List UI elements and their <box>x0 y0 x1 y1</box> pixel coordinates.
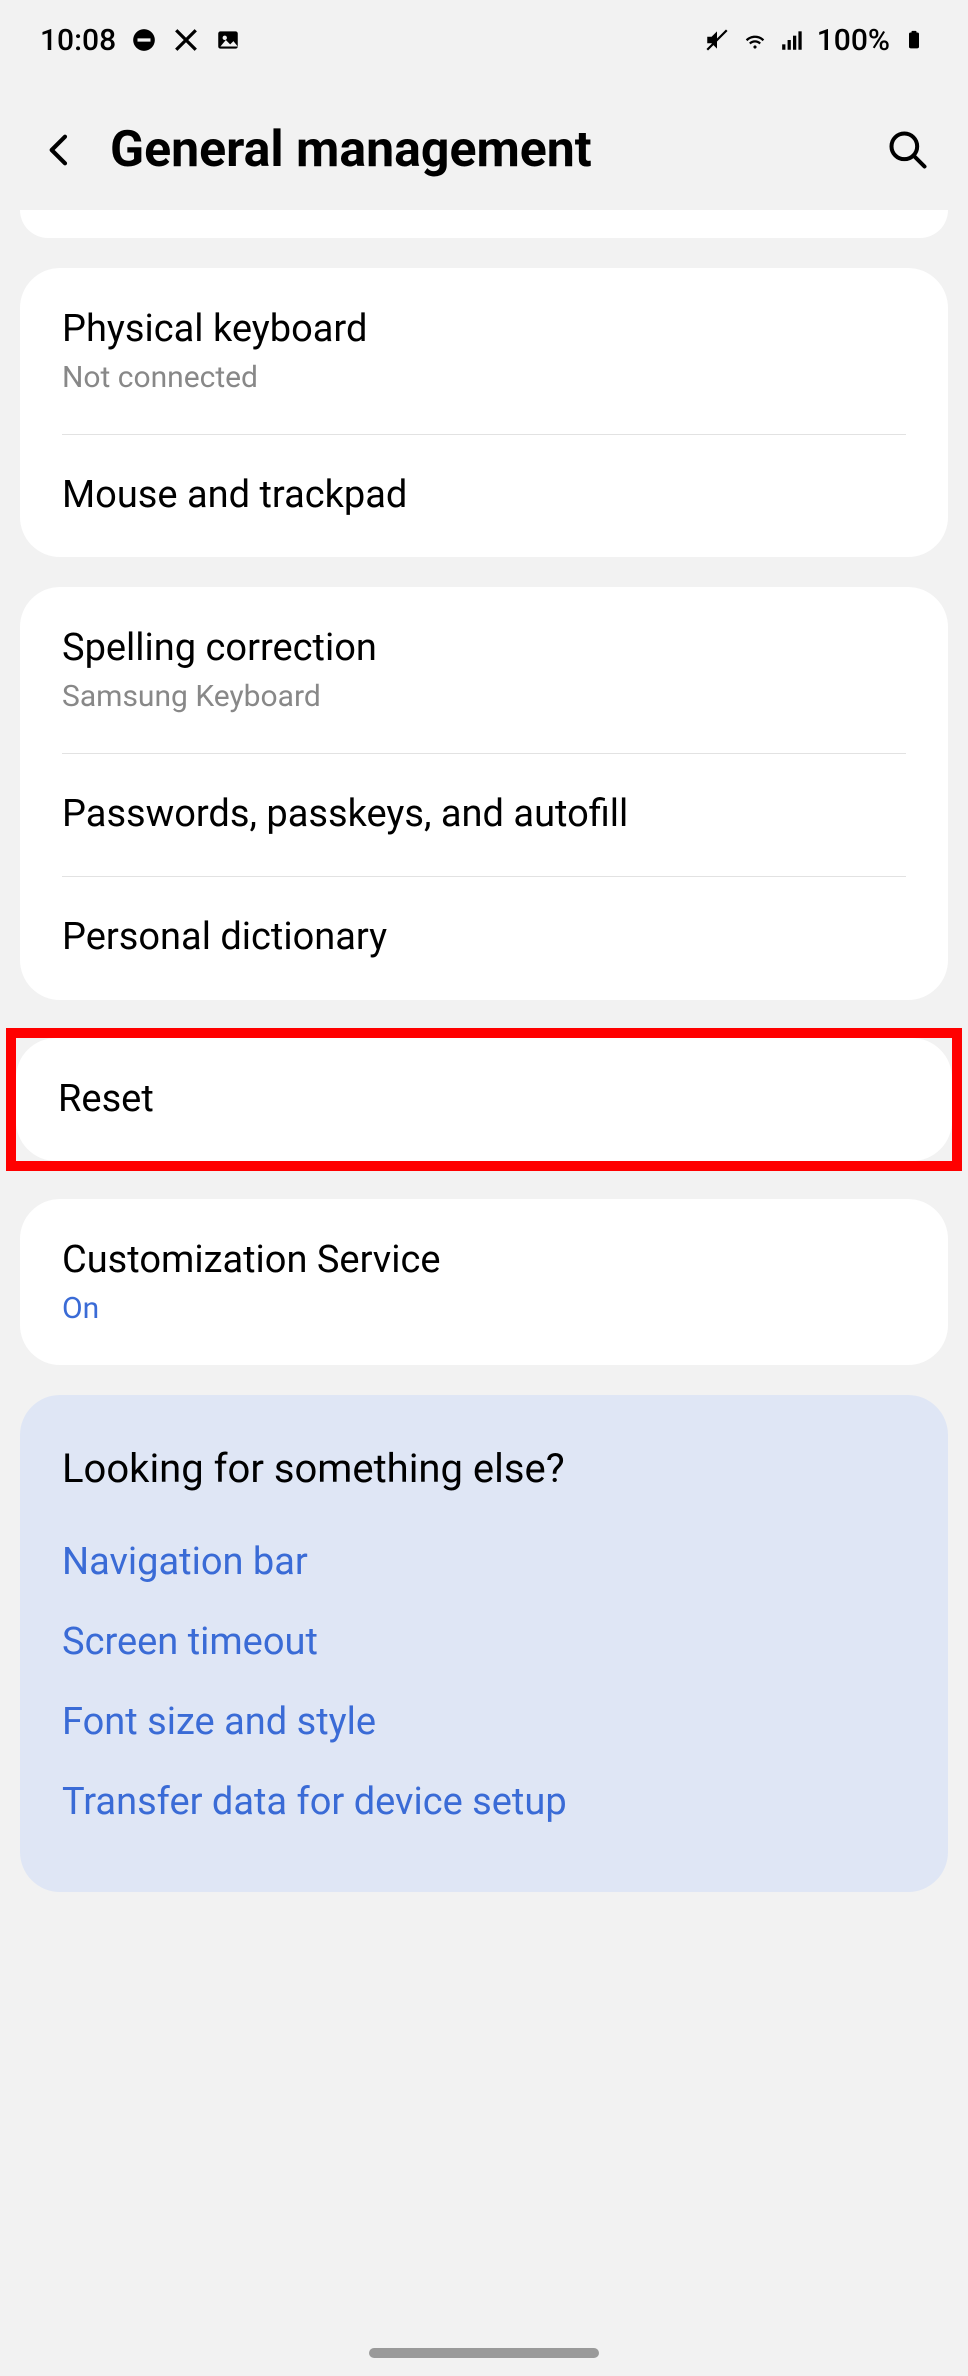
suggestion-link-screen-timeout[interactable]: Screen timeout <box>62 1602 906 1682</box>
highlight-box: Reset <box>6 1028 962 1172</box>
row-title: Customization Service <box>62 1237 906 1285</box>
row-title: Personal dictionary <box>62 914 906 962</box>
status-left: 10:08 <box>40 23 242 58</box>
row-mouse-trackpad[interactable]: Mouse and trackpad <box>20 434 948 558</box>
status-time: 10:08 <box>40 23 116 58</box>
suggestions-heading: Looking for something else? <box>62 1445 906 1492</box>
x-app-icon <box>172 26 200 54</box>
page-title: General management <box>110 121 858 179</box>
back-button[interactable] <box>30 120 90 180</box>
row-title: Mouse and trackpad <box>62 472 906 520</box>
page-header: General management <box>0 80 968 210</box>
battery-icon <box>900 26 928 54</box>
row-title: Physical keyboard <box>62 306 906 354</box>
row-passwords-autofill[interactable]: Passwords, passkeys, and autofill <box>20 753 948 877</box>
suggestions-card: Looking for something else? Navigation b… <box>20 1395 948 1892</box>
row-personal-dictionary[interactable]: Personal dictionary <box>20 876 948 1000</box>
customization-card: Customization Service On <box>20 1199 948 1365</box>
row-title: Reset <box>58 1076 910 1124</box>
row-subtitle: Samsung Keyboard <box>62 679 906 715</box>
image-icon <box>214 26 242 54</box>
reset-card: Reset <box>16 1038 952 1162</box>
wifi-icon <box>741 26 769 54</box>
row-customization-service[interactable]: Customization Service On <box>20 1199 948 1365</box>
suggestion-link-transfer-data[interactable]: Transfer data for device setup <box>62 1762 906 1842</box>
row-title: Spelling correction <box>62 625 906 673</box>
row-physical-keyboard[interactable]: Physical keyboard Not connected <box>20 268 948 434</box>
input-devices-card: Physical keyboard Not connected Mouse an… <box>20 268 948 557</box>
status-right: 100% <box>703 23 928 58</box>
search-icon <box>886 128 930 172</box>
row-subtitle: Not connected <box>62 360 906 396</box>
row-title: Passwords, passkeys, and autofill <box>62 791 906 839</box>
mute-icon <box>703 26 731 54</box>
row-subtitle: On <box>62 1291 906 1327</box>
dnd-icon <box>130 26 158 54</box>
gesture-handle[interactable] <box>369 2348 599 2358</box>
battery-text: 100% <box>817 23 890 58</box>
signal-icon <box>779 26 807 54</box>
suggestion-link-font-size-style[interactable]: Font size and style <box>62 1682 906 1762</box>
text-input-card: Spelling correction Samsung Keyboard Pas… <box>20 587 948 1000</box>
suggestion-link-navigation-bar[interactable]: Navigation bar <box>62 1522 906 1602</box>
row-reset[interactable]: Reset <box>16 1038 952 1162</box>
search-button[interactable] <box>878 120 938 180</box>
chevron-left-icon <box>40 130 80 170</box>
row-spelling-correction[interactable]: Spelling correction Samsung Keyboard <box>20 587 948 753</box>
status-bar: 10:08 100% <box>0 0 968 80</box>
previous-card-edge <box>20 210 948 238</box>
